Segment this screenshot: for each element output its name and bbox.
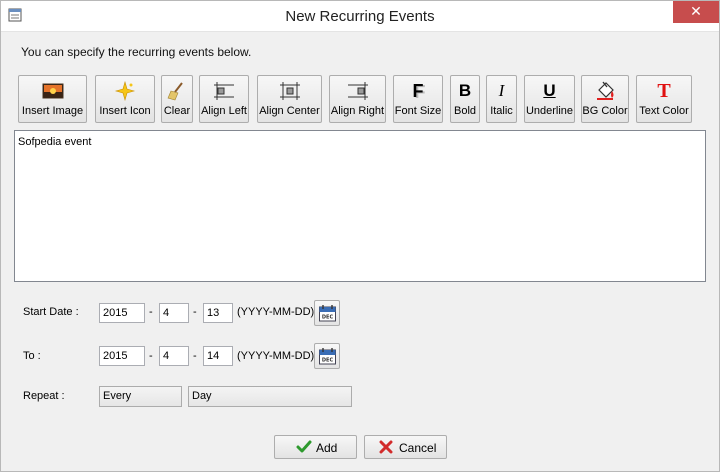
to-day-field[interactable]: 14 (203, 346, 233, 366)
close-button[interactable]: ✕ (673, 1, 719, 23)
bold-button[interactable]: B Bold (450, 75, 480, 123)
align-right-label: Align Right (330, 105, 385, 117)
repeat-unit-select[interactable]: Day (188, 386, 352, 407)
checkmark-icon (296, 440, 312, 453)
broom-icon (167, 82, 183, 101)
start-date-calendar-button[interactable]: DEC (314, 300, 340, 326)
start-date-label: Start Date : (23, 306, 79, 318)
cancel-button[interactable]: Cancel (364, 435, 447, 459)
align-left-button[interactable]: Align Left (199, 75, 249, 123)
underline-button[interactable]: U Underline (524, 75, 575, 123)
text-color-button[interactable]: T Text Color (636, 75, 692, 123)
font-size-button[interactable]: F Font Size (393, 75, 443, 123)
paint-bucket-icon (597, 81, 614, 100)
bold-icon: B (458, 81, 472, 100)
start-date-format-hint: (YYYY-MM-DD) (237, 306, 315, 318)
repeat-label: Repeat : (23, 390, 65, 402)
italic-icon: I (498, 81, 505, 100)
repeat-unit-value: Day (192, 390, 212, 402)
align-center-icon (279, 82, 300, 100)
calendar-icon: DEC (319, 305, 336, 322)
text-color-label: Text Color (639, 105, 689, 117)
to-date-format-hint: (YYYY-MM-DD) (237, 350, 315, 362)
align-right-button[interactable]: Align Right (329, 75, 386, 123)
align-center-button[interactable]: Align Center (257, 75, 322, 123)
font-size-icon: F (412, 81, 424, 101)
insert-icon-label: Insert Icon (99, 105, 151, 117)
start-date-dash-1: - (149, 306, 153, 318)
align-center-label: Align Center (259, 105, 320, 117)
insert-image-button[interactable]: Insert Image (18, 75, 87, 123)
calendar-icon: DEC (319, 348, 336, 365)
start-date-dash-2: - (193, 306, 197, 318)
font-size-label: Font Size (394, 105, 442, 117)
window-title: New Recurring Events (285, 8, 435, 25)
to-year-field[interactable]: 2015 (99, 346, 145, 366)
insert-icon-button[interactable]: Insert Icon (95, 75, 155, 123)
bg-color-label: BG Color (582, 105, 628, 117)
bg-color-button[interactable]: BG Color (581, 75, 629, 123)
clear-button[interactable]: Clear (161, 75, 193, 123)
calendar-icon-text: DEC (322, 358, 334, 364)
align-right-icon (347, 82, 368, 100)
to-date-calendar-button[interactable]: DEC (314, 343, 340, 369)
dialog-window: New Recurring Events ✕ You can specify t… (0, 0, 720, 472)
text-color-icon: T (657, 80, 671, 102)
add-button[interactable]: Add (274, 435, 357, 459)
start-day-field[interactable]: 13 (203, 303, 233, 323)
repeat-frequency-select[interactable]: Every (99, 386, 182, 407)
clear-label: Clear (163, 105, 191, 117)
to-date-dash-1: - (149, 350, 153, 362)
repeat-frequency-value: Every (103, 390, 132, 402)
align-left-label: Align Left (201, 105, 247, 117)
calendar-icon-text: DEC (322, 315, 334, 321)
insert-image-label: Insert Image (21, 105, 84, 117)
sparkle-icon (114, 81, 136, 101)
underline-label: Underline (525, 105, 574, 117)
to-date-label: To : (23, 350, 41, 362)
close-icon: ✕ (690, 3, 702, 19)
cancel-x-icon (379, 440, 393, 454)
intro-text: You can specify the recurring events bel… (21, 45, 252, 59)
editor-content: Sofpedia event (18, 136, 92, 148)
align-left-icon (214, 82, 234, 100)
title-bar: New Recurring Events ✕ (1, 1, 719, 32)
to-date-dash-2: - (193, 350, 197, 362)
add-button-label: Add (316, 441, 338, 455)
to-month-field[interactable]: 4 (159, 346, 189, 366)
start-year-field[interactable]: 2015 (99, 303, 145, 323)
underline-icon: U (543, 81, 556, 100)
cancel-button-label: Cancel (399, 441, 437, 455)
italic-label: Italic (490, 105, 513, 117)
bold-label: Bold (453, 105, 477, 117)
image-icon (42, 83, 63, 99)
start-month-field[interactable]: 4 (159, 303, 189, 323)
event-text-editor[interactable]: Sofpedia event (14, 130, 706, 282)
italic-button[interactable]: I Italic (486, 75, 517, 123)
